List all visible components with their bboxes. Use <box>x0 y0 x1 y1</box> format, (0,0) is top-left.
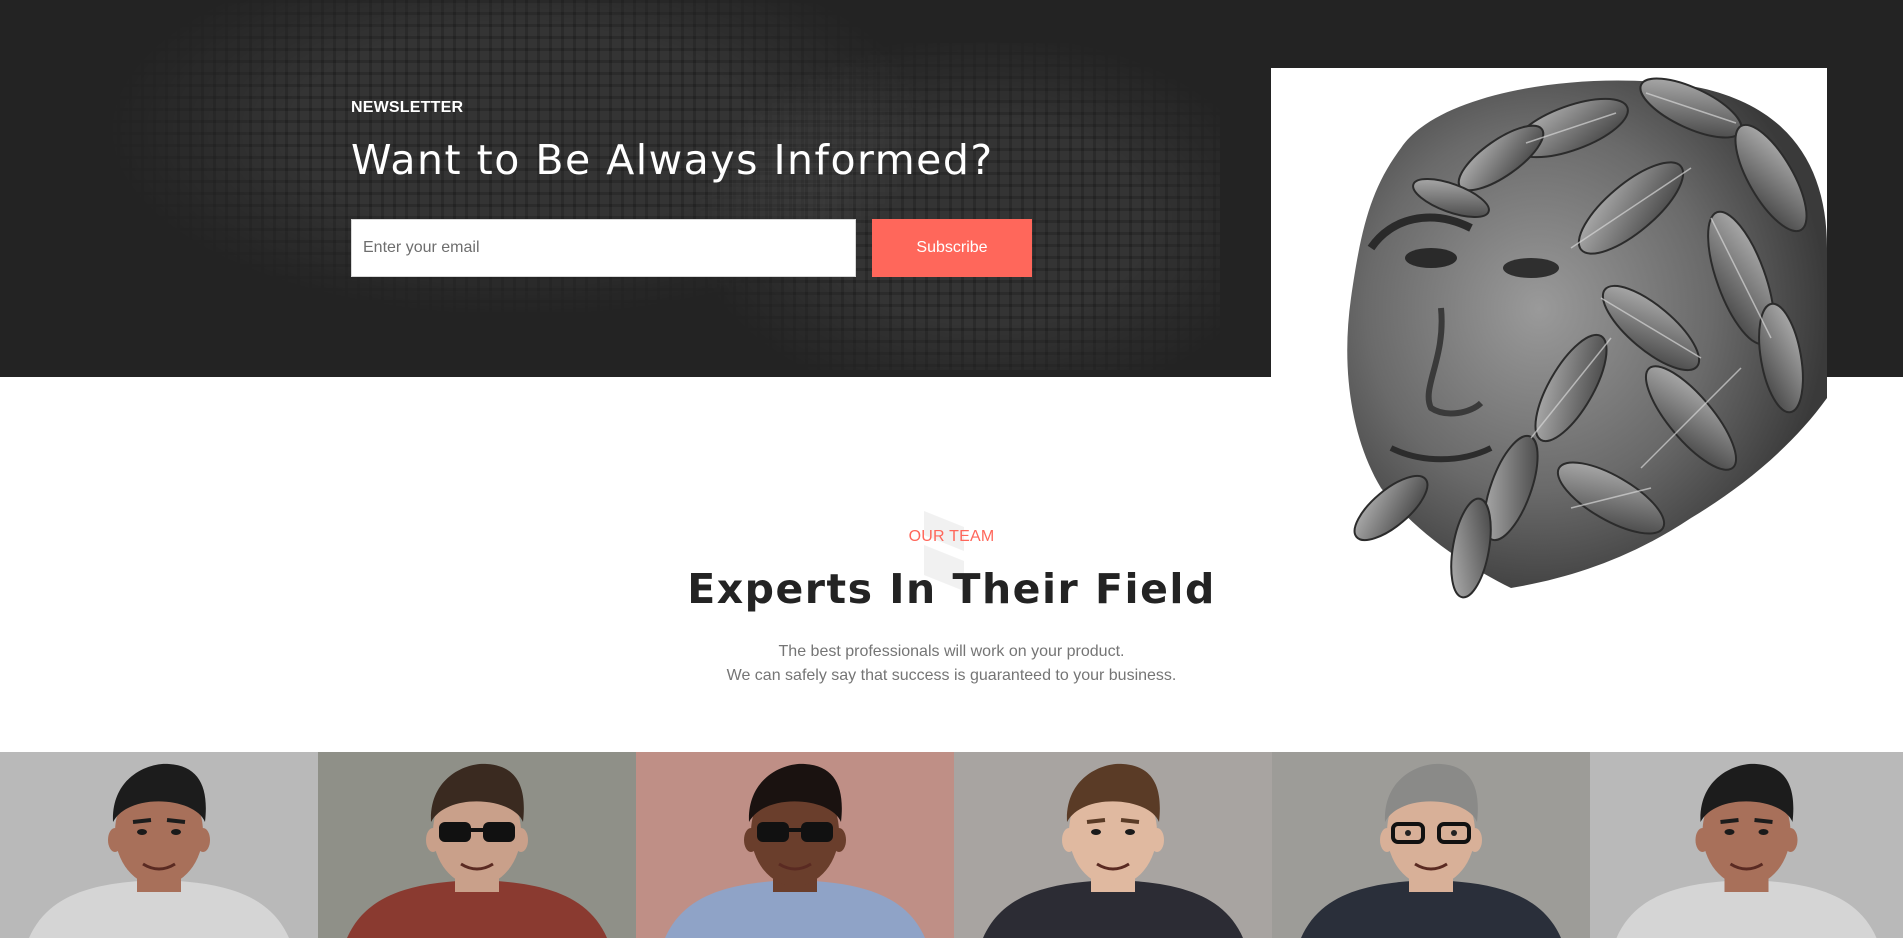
team-member-photo[interactable] <box>954 752 1272 938</box>
team-description: The best professionals will work on your… <box>0 640 1903 688</box>
team-member-photo[interactable] <box>636 752 954 938</box>
team-member-photo[interactable] <box>1272 752 1590 938</box>
newsletter-label: NEWSLETTER <box>351 99 464 116</box>
email-input[interactable] <box>351 219 856 277</box>
newsletter-title: Want to Be Always Informed? <box>351 136 994 184</box>
team-member-portrait <box>1590 752 1903 938</box>
newsletter-form: Subscribe <box>351 219 1032 277</box>
team-description-line: We can safely say that success is guaran… <box>726 667 1177 684</box>
team-member-photo[interactable] <box>1590 752 1903 938</box>
team-description-line: The best professionals will work on your… <box>778 643 1125 660</box>
team-member-portrait <box>636 752 954 938</box>
team-section: OUR TEAM Experts In Their Field The best… <box>0 377 1903 752</box>
team-eyebrow: OUR TEAM <box>908 528 995 545</box>
team-member-photo[interactable] <box>0 752 318 938</box>
team-member-portrait <box>318 752 636 938</box>
team-member-photo[interactable] <box>318 752 636 938</box>
team-member-portrait <box>954 752 1272 938</box>
team-photos-strip <box>0 752 1903 938</box>
team-member-portrait <box>0 752 318 938</box>
team-member-portrait <box>1272 752 1590 938</box>
world-map-pattern <box>700 40 1220 370</box>
subscribe-button[interactable]: Subscribe <box>872 219 1032 277</box>
team-title: Experts In Their Field <box>687 565 1216 613</box>
